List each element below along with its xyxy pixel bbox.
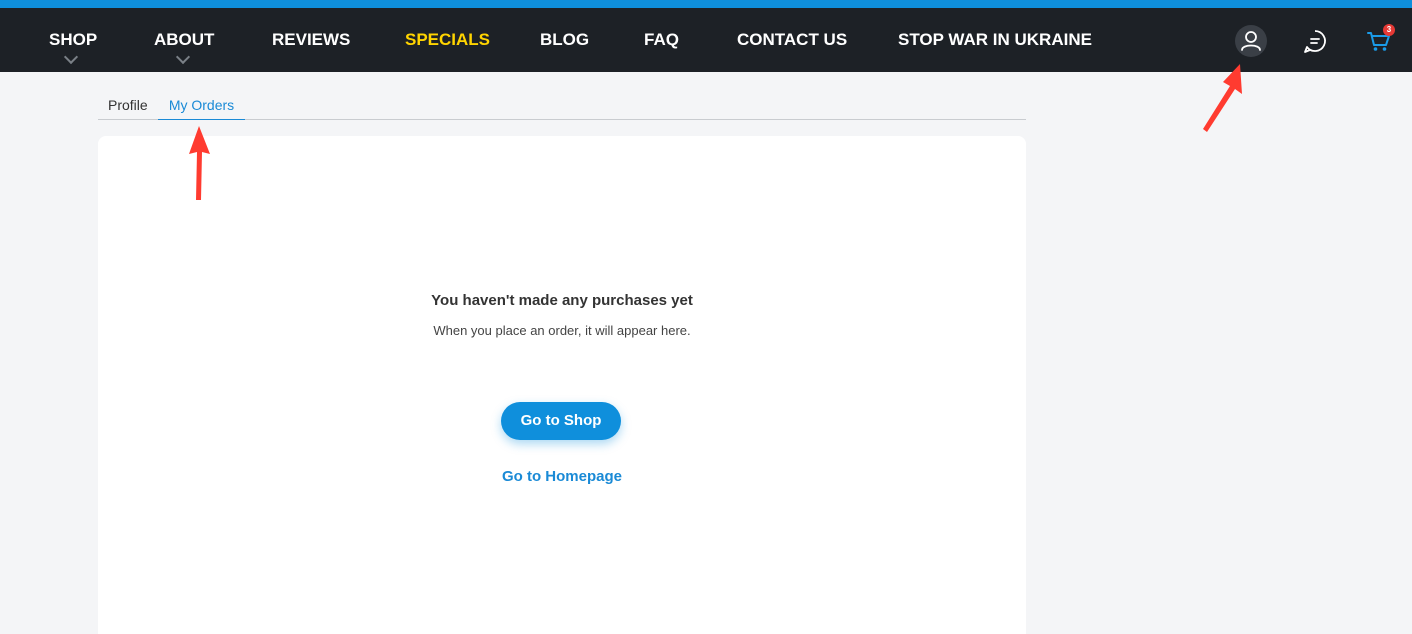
nav-stop-war[interactable]: STOP WAR IN UKRAINE <box>898 8 1092 72</box>
annotation-arrow-icon <box>1203 64 1242 132</box>
nav-shop[interactable]: SHOP <box>49 8 97 72</box>
top-accent-bar <box>0 0 1412 8</box>
nav-reviews[interactable]: REVIEWS <box>272 8 350 72</box>
tab-profile[interactable]: Profile <box>108 86 148 120</box>
nav-specials[interactable]: SPECIALS <box>405 8 490 72</box>
annotation-arrow-icon <box>189 126 210 200</box>
cart-count-badge: 3 <box>1383 24 1395 36</box>
account-tabs: Profile My Orders <box>98 86 1026 120</box>
chat-icon <box>1304 30 1326 53</box>
user-icon <box>1241 31 1261 51</box>
chat-button[interactable] <box>1299 25 1331 57</box>
go-to-homepage-link[interactable]: Go to Homepage <box>98 468 1026 485</box>
empty-state-subtitle: When you place an order, it will appear … <box>433 323 691 338</box>
empty-state-title: You haven't made any purchases yet <box>431 292 693 309</box>
orders-panel: You haven't made any purchases yet When … <box>98 136 1026 634</box>
nav-contact-us[interactable]: CONTACT US <box>737 8 847 72</box>
user-account-button[interactable] <box>1235 25 1267 57</box>
nav-faq[interactable]: FAQ <box>644 8 679 72</box>
tab-my-orders[interactable]: My Orders <box>158 86 245 120</box>
go-to-shop-button[interactable]: Go to Shop <box>501 402 621 440</box>
nav-blog[interactable]: BLOG <box>540 8 589 72</box>
